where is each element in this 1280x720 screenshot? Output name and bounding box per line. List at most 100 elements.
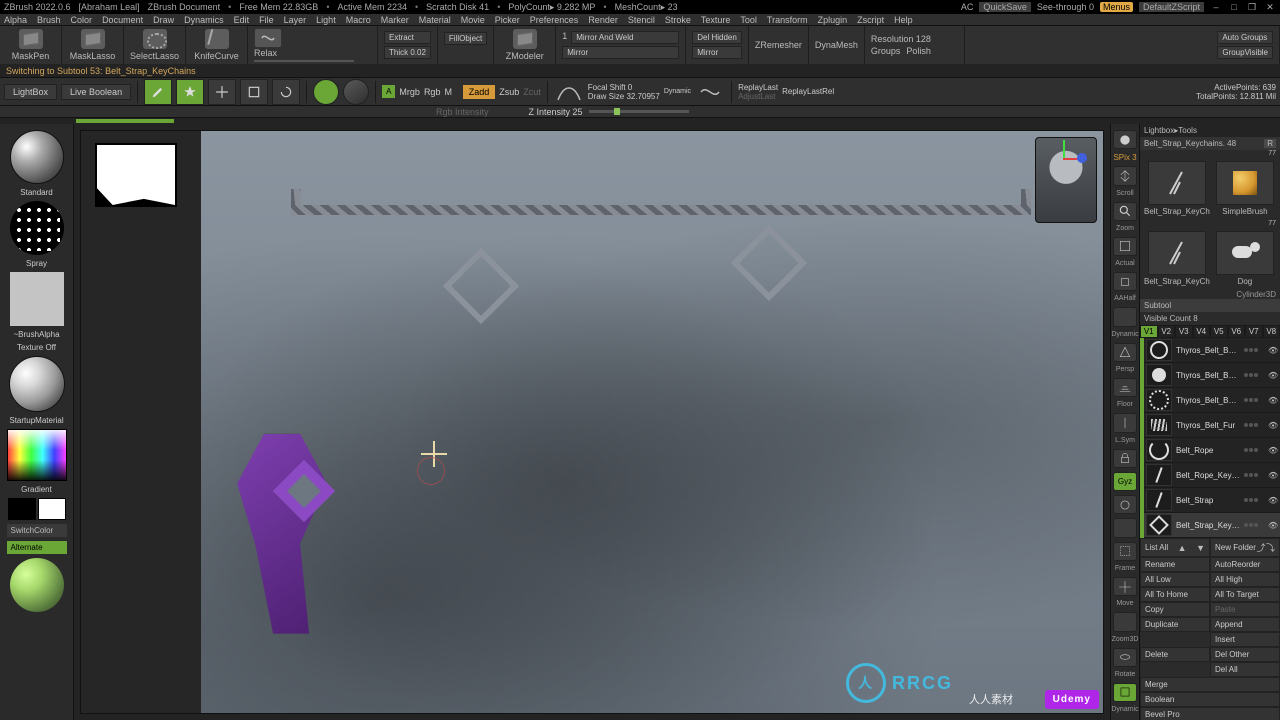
eye-icon[interactable]: 👁 bbox=[1268, 396, 1278, 405]
mirror-weld-button[interactable]: Mirror And Weld bbox=[571, 31, 679, 44]
zcut-button[interactable]: Zcut bbox=[523, 87, 541, 97]
relax-slider[interactable] bbox=[254, 60, 354, 62]
solo-icon[interactable] bbox=[1113, 495, 1137, 514]
zmodeler-button[interactable]: ZModeler bbox=[494, 26, 556, 64]
dynamic-toggle[interactable] bbox=[343, 79, 369, 105]
bpr-render-icon[interactable] bbox=[1113, 130, 1137, 149]
subtool-flags[interactable] bbox=[1244, 398, 1264, 402]
subtool-flags[interactable] bbox=[1244, 473, 1264, 477]
menu-marker[interactable]: Marker bbox=[381, 15, 409, 25]
menu-transform[interactable]: Transform bbox=[767, 15, 808, 25]
liveboolean-button[interactable]: Live Boolean bbox=[61, 84, 131, 100]
subtool-row[interactable]: Belt_Rope👁 bbox=[1144, 438, 1280, 463]
a-chip[interactable]: A bbox=[382, 85, 395, 98]
eye-icon[interactable]: 👁 bbox=[1268, 421, 1278, 430]
menu-stencil[interactable]: Stencil bbox=[628, 15, 655, 25]
menu-layer[interactable]: Layer bbox=[284, 15, 307, 25]
vtab-4[interactable]: V4 bbox=[1193, 325, 1211, 338]
replaylast-button[interactable]: ReplayLast bbox=[738, 83, 778, 92]
groupvisible-button[interactable]: GroupVisible bbox=[1217, 46, 1273, 59]
alternate-button[interactable]: Alternate bbox=[7, 541, 67, 554]
texture-selector[interactable] bbox=[9, 356, 65, 412]
quicksave-button[interactable]: QuickSave bbox=[979, 2, 1031, 12]
adjustlast-button[interactable]: AdjustLast bbox=[738, 92, 778, 101]
thick-slider[interactable]: Thick 0.02 bbox=[384, 46, 431, 59]
bevelpro-section[interactable]: Bevel Pro bbox=[1140, 707, 1280, 720]
z-intensity-slider[interactable] bbox=[589, 110, 689, 113]
sculpt-viewport[interactable] bbox=[201, 131, 1103, 713]
draw-mode-button[interactable] bbox=[176, 79, 204, 105]
vtab-7[interactable]: V7 bbox=[1245, 325, 1263, 338]
subtool-flags[interactable] bbox=[1244, 348, 1264, 352]
eye-icon[interactable]: 👁 bbox=[1268, 496, 1278, 505]
knifecurve-button[interactable]: KnifeCurve bbox=[186, 26, 248, 64]
eye-icon[interactable]: 👁 bbox=[1268, 371, 1278, 380]
rotate-mode-button[interactable] bbox=[272, 79, 300, 105]
defaultzscript-button[interactable]: DefaultZScript bbox=[1139, 2, 1204, 12]
gradient-label[interactable]: Gradient bbox=[2, 485, 71, 494]
zoom-icon[interactable] bbox=[1113, 202, 1137, 221]
vtab-8[interactable]: V8 bbox=[1263, 325, 1280, 338]
dynamiccanvas-icon[interactable] bbox=[1113, 307, 1137, 326]
frame-icon[interactable] bbox=[1113, 542, 1137, 561]
zoom3d-icon[interactable] bbox=[1113, 612, 1137, 631]
menu-stroke[interactable]: Stroke bbox=[665, 15, 691, 25]
menu-file[interactable]: File bbox=[259, 15, 274, 25]
draw-size-label[interactable]: Draw Size 32.70957 bbox=[588, 92, 660, 101]
vtab-6[interactable]: V6 bbox=[1228, 325, 1246, 338]
subtool-row[interactable]: Thyros_Belt_Buckle_Border👁 bbox=[1144, 338, 1280, 363]
relax-icon[interactable] bbox=[254, 28, 282, 48]
delete-button[interactable]: Delete bbox=[1140, 647, 1210, 662]
selectlasso-button[interactable]: SelectLasso bbox=[124, 26, 186, 64]
vtab-3[interactable]: V3 bbox=[1175, 325, 1193, 338]
tool-thumb-4[interactable] bbox=[1216, 231, 1274, 275]
brush-selector[interactable] bbox=[10, 130, 64, 184]
mirror-button[interactable]: Mirror bbox=[562, 46, 679, 59]
move3d-icon[interactable] bbox=[1113, 577, 1137, 596]
groups-toggle[interactable]: Groups bbox=[871, 46, 901, 56]
subtool-flags[interactable] bbox=[1244, 523, 1264, 527]
primary-color-swatch[interactable] bbox=[38, 498, 66, 520]
visible-count[interactable]: Visible Count 8 bbox=[1140, 312, 1280, 325]
paste-button[interactable]: Paste bbox=[1210, 602, 1280, 617]
alpha-selector[interactable] bbox=[10, 272, 64, 326]
mirror2-button[interactable]: Mirror bbox=[692, 46, 742, 59]
lightbox-button[interactable]: LightBox bbox=[4, 84, 57, 100]
menu-document[interactable]: Document bbox=[102, 15, 143, 25]
vtab-2[interactable]: V2 bbox=[1158, 325, 1176, 338]
scroll-icon[interactable] bbox=[1113, 166, 1137, 185]
cylinder3d-label[interactable]: Cylinder3D bbox=[1140, 290, 1280, 299]
extract-button[interactable]: Extract bbox=[384, 31, 431, 44]
duplicate-button[interactable]: Duplicate bbox=[1140, 617, 1210, 632]
eye-icon[interactable]: 👁 bbox=[1268, 471, 1278, 480]
menu-edit[interactable]: Edit bbox=[234, 15, 250, 25]
menu-brush[interactable]: Brush bbox=[37, 15, 61, 25]
menu-preferences[interactable]: Preferences bbox=[530, 15, 579, 25]
menu-render[interactable]: Render bbox=[588, 15, 618, 25]
list-all-button[interactable]: List All▲▼ bbox=[1140, 538, 1210, 557]
canvas[interactable]: 人 RRCG 人人素材 Udemy bbox=[80, 130, 1104, 714]
menu-picker[interactable]: Picker bbox=[495, 15, 520, 25]
menu-color[interactable]: Color bbox=[71, 15, 93, 25]
copy-button[interactable]: Copy bbox=[1140, 602, 1210, 617]
maskpen-button[interactable]: MaskPen bbox=[0, 26, 62, 64]
lsym-icon[interactable] bbox=[1113, 413, 1137, 432]
eye-icon[interactable]: 👁 bbox=[1268, 346, 1278, 355]
dynamic3d-icon[interactable] bbox=[1113, 683, 1137, 702]
eye-icon[interactable]: 👁 bbox=[1268, 446, 1278, 455]
menu-material[interactable]: Material bbox=[419, 15, 451, 25]
tool-thumb-2[interactable] bbox=[1216, 161, 1274, 205]
spix-label[interactable]: SPix 3 bbox=[1113, 153, 1136, 162]
subtool-flags[interactable] bbox=[1244, 423, 1264, 427]
subtool-header[interactable]: Subtool bbox=[1140, 299, 1280, 312]
menu-texture[interactable]: Texture bbox=[701, 15, 731, 25]
lightbox-crumb[interactable]: Lightbox▸Tools bbox=[1140, 124, 1280, 137]
tool-thumb-3[interactable] bbox=[1148, 231, 1206, 275]
replaylastrel-button[interactable]: ReplayLastRel bbox=[782, 87, 834, 96]
fillobject-button[interactable]: FillObject bbox=[444, 32, 487, 45]
subtool-row[interactable]: Thyros_Belt_Buckle_Spikes👁 bbox=[1144, 388, 1280, 413]
del-other-button[interactable]: Del Other bbox=[1210, 647, 1280, 662]
axis-gizmo[interactable] bbox=[1063, 145, 1089, 171]
menu-help[interactable]: Help bbox=[894, 15, 913, 25]
subtool-row[interactable]: Belt_Strap👁 bbox=[1144, 488, 1280, 513]
